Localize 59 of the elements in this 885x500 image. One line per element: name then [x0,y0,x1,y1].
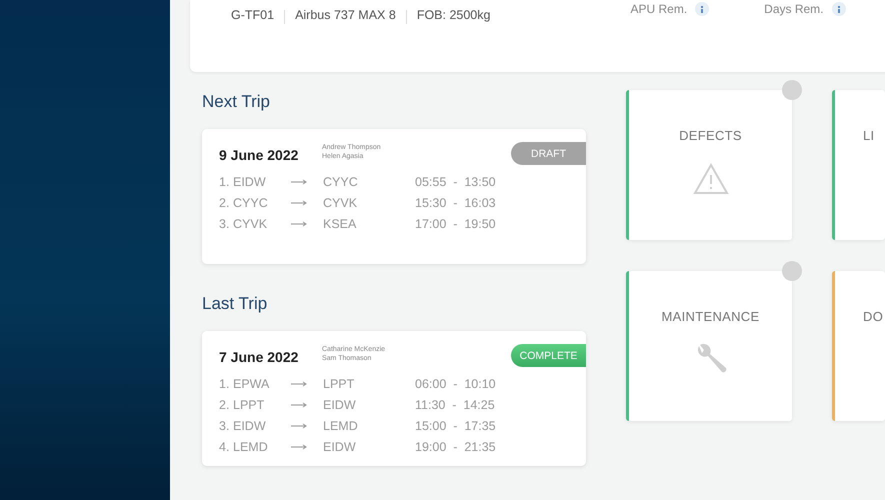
leg-number: 2. [219,398,230,412]
warning-icon [692,163,728,195]
destination-code: EIDW [323,440,357,454]
origin-code: EIDW [233,174,267,188]
destination-code: LEMD [323,418,359,432]
arrow-icon [291,200,307,206]
leg-time: 05:55 - 13:50 [415,174,496,188]
leg-number: 1. [219,174,230,188]
arrow-icon [291,422,307,428]
arrow-icon [291,220,307,226]
module-tile[interactable]: DO [832,271,885,421]
destination-code: CYVK [323,196,358,210]
arrow-icon [291,402,307,408]
leg-time: 19:00 - 21:35 [415,440,496,454]
leg-time: 11:30 - 14:25 [415,398,495,412]
registration-text: G-TF01 [231,8,274,22]
leg-time: 06:00 - 10:10 [415,376,496,390]
info-icon[interactable] [832,2,846,16]
tile-label: DO [863,309,884,324]
count-badge [782,80,802,100]
leg-time: 17:00 - 19:50 [415,216,496,230]
origin-code: CYVK [233,216,268,230]
trip-date: 9 June 2022 [219,147,300,163]
leg-number: 4. [219,440,230,454]
aircraft-type-text: Airbus 737 MAX 8 [295,8,396,22]
fuel-text: FOB: 2500kg [416,8,490,22]
stat-label: APU Rem. [630,2,688,16]
leg-time: 15:30 - 16:03 [415,196,496,210]
section-heading: Next Trip [202,92,272,113]
destination-code: EIDW [323,398,357,412]
destination-code: KSEA [323,216,358,230]
info-icon[interactable] [695,2,710,16]
trip-date: 7 June 2022 [219,349,300,365]
stat-label: Days Rem. [764,2,824,16]
leg-number: 3. [219,216,230,230]
tile-label: DEFECTS [679,128,742,143]
tile-label: LI [863,128,874,143]
origin-code: EIDW [233,418,267,432]
origin-code: EPWA [233,376,270,390]
status-badge: COMPLETE [511,344,586,367]
destination-code: LPPT [323,376,356,390]
destination-code: CYYC [323,174,359,188]
arrow-icon [291,444,307,450]
section-heading: Last Trip [202,294,268,315]
origin-code: CYYC [233,196,269,210]
arrow-icon [291,178,307,184]
leg-time: 15:00 - 17:35 [415,418,496,432]
leg-number: 2. [219,196,230,210]
status-badge: DRAFT [511,142,586,165]
module-tile[interactable]: MAINTENANCE [626,271,792,421]
leg-number: 3. [219,418,230,432]
arrow-icon [291,380,307,386]
module-tile[interactable]: LI [832,90,885,240]
origin-code: LEMD [233,440,269,454]
module-tile[interactable]: DEFECTS [626,90,792,240]
tile-label: MAINTENANCE [662,309,760,324]
count-badge [782,261,802,281]
origin-code: LPPT [233,398,266,412]
leg-number: 1. [219,376,230,390]
